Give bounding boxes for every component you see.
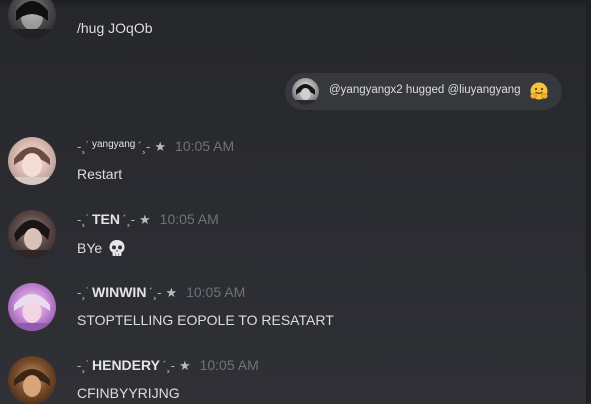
name-decoration: -¸˙ bbox=[77, 212, 90, 227]
avatar-photo bbox=[8, 294, 56, 331]
name-decoration: -¸˙ bbox=[77, 139, 90, 154]
avatar-photo bbox=[8, 219, 56, 258]
hugging-face-emoji-icon bbox=[530, 82, 548, 100]
message-header: -¸˙ WINWIN ˊ¸- ★ 10:05 AM bbox=[77, 284, 245, 302]
username[interactable]: TEN bbox=[92, 211, 120, 227]
avatar-yangyang[interactable] bbox=[8, 137, 56, 185]
chat-area: /hug JOqOb @yangyangx2 hugged @liuyangya… bbox=[0, 0, 586, 404]
hug-event-text: @yangyangx2 hugged @liuyangyang bbox=[329, 84, 521, 96]
top-fade bbox=[0, 0, 586, 9]
username[interactable]: yangyang bbox=[92, 139, 135, 150]
timestamp[interactable]: 10:05 AM bbox=[160, 211, 219, 227]
timestamp[interactable]: 10:05 AM bbox=[175, 138, 234, 154]
name-decoration: ˊ¸- bbox=[161, 358, 175, 373]
hug-avatar[interactable] bbox=[292, 78, 319, 105]
avatar-ten[interactable] bbox=[8, 210, 56, 258]
name-decoration: -¸˙ bbox=[77, 285, 90, 300]
message-header: -¸˙ HENDERY ˊ¸- ★ 10:05 AM bbox=[77, 357, 259, 375]
scrollbar-track[interactable] bbox=[586, 0, 591, 403]
name-decoration: ˊ¸- bbox=[122, 212, 135, 227]
message-text: /hug JOqOb bbox=[77, 20, 153, 36]
skull-icon bbox=[109, 240, 125, 256]
avatar-photo bbox=[8, 147, 56, 185]
avatar[interactable] bbox=[8, 0, 56, 39]
hug-event: @yangyangx2 hugged @liuyangyang bbox=[285, 73, 562, 110]
avatar-winwin[interactable] bbox=[8, 283, 56, 331]
message-text: Restart bbox=[77, 166, 123, 182]
message-text: STOPTELLING EOPOLE TO RESATART bbox=[77, 312, 334, 328]
message-header: -¸˙ yangyang ˊ¸- ★ 10:05 AM bbox=[77, 138, 234, 156]
star-icon: ★ bbox=[139, 212, 151, 227]
timestamp[interactable]: 10:05 AM bbox=[200, 357, 259, 373]
star-icon: ★ bbox=[178, 358, 191, 373]
star-icon: ★ bbox=[165, 285, 178, 300]
username[interactable]: HENDERY bbox=[92, 357, 160, 373]
message-header: -¸˙ TEN ˊ¸- ★ 10:05 AM bbox=[77, 211, 219, 229]
username[interactable]: WINWIN bbox=[92, 284, 146, 300]
name-decoration: -¸˙ bbox=[77, 358, 90, 373]
avatar-photo bbox=[8, 1, 56, 39]
avatar-hendery[interactable] bbox=[8, 356, 56, 404]
message-text: CFINBYYRIJNG bbox=[77, 385, 180, 401]
timestamp[interactable]: 10:05 AM bbox=[186, 284, 245, 300]
star-icon: ★ bbox=[154, 139, 167, 154]
name-decoration: ˊ¸- bbox=[148, 285, 162, 300]
message-body: BYe bbox=[77, 240, 103, 256]
avatar-photo bbox=[14, 369, 50, 397]
name-decoration: ˊ¸- bbox=[137, 139, 151, 154]
avatar-photo bbox=[292, 84, 319, 105]
message-text: BYe bbox=[77, 239, 126, 257]
